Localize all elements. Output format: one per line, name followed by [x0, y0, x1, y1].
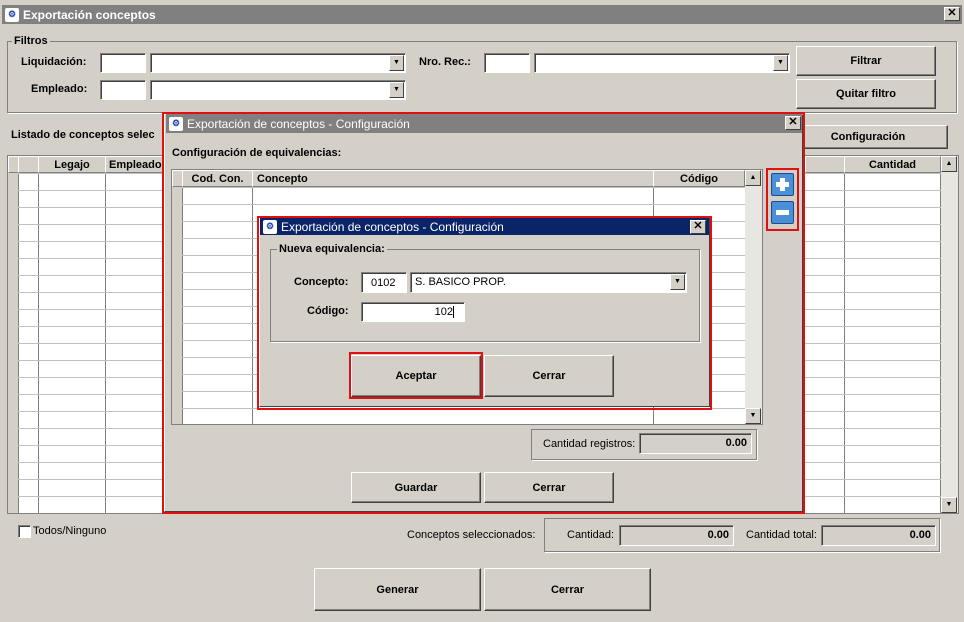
chevron-down-icon[interactable]: ▼ [773, 55, 788, 71]
nrorec-combo[interactable]: ▼ [534, 53, 790, 73]
empleado-code-input[interactable] [100, 80, 146, 100]
main-col-check [18, 156, 39, 173]
filters-group-label: Filtros [12, 35, 50, 47]
generar-button[interactable]: Generar [314, 568, 481, 611]
chevron-down-icon[interactable]: ▼ [389, 82, 404, 98]
empleado-label: Empleado: [31, 83, 88, 95]
todos-ninguno-checkbox[interactable] [18, 525, 31, 538]
main-title: Exportación conceptos [23, 7, 156, 22]
scroll-down-icon[interactable]: ▼ [941, 497, 957, 513]
nrorec-label: Nro. Rec.: [419, 56, 471, 68]
liquidacion-label: Liquidación: [21, 56, 87, 68]
configuracion-button[interactable]: Configuración [788, 125, 948, 149]
cantidad-field: 0.00 [619, 525, 734, 546]
quitar-filtro-button[interactable]: Quitar filtro [796, 79, 936, 109]
conceptos-seleccionados-label: Conceptos seleccionados: [407, 529, 536, 541]
main-close-button[interactable]: ✕ [944, 7, 960, 21]
main-titlebar: ⚙ Exportación conceptos [2, 5, 962, 24]
liquidacion-combo[interactable]: ▼ [150, 53, 406, 73]
cantidad-total-field: 0.00 [821, 525, 936, 546]
nrorec-code-input[interactable] [484, 53, 530, 73]
main-col-middle [805, 156, 845, 173]
highlight-nueva-dialog [257, 216, 712, 410]
empleado-combo[interactable]: ▼ [150, 80, 406, 100]
listado-label: Listado de conceptos selec [11, 129, 155, 141]
main-grid-scrollbar[interactable]: ▲ ▼ [941, 156, 958, 513]
highlight-aceptar [349, 352, 483, 399]
main-cerrar-button[interactable]: Cerrar [484, 568, 651, 611]
chevron-down-icon[interactable]: ▼ [389, 55, 404, 71]
scroll-up-icon[interactable]: ▲ [941, 156, 957, 172]
liquidacion-code-input[interactable] [100, 53, 146, 73]
cantidad-label: Cantidad: [567, 529, 615, 541]
filtrar-button[interactable]: Filtrar [796, 46, 936, 76]
highlight-add-remove [766, 168, 799, 231]
cantidad-total-label: Cantidad total: [746, 529, 817, 541]
app-icon: ⚙ [5, 7, 19, 22]
todos-ninguno-label[interactable]: Todos/Ninguno [33, 525, 106, 537]
main-col-cantidad[interactable]: Cantidad [844, 156, 941, 173]
main-col-legajo[interactable]: Legajo [38, 156, 106, 173]
